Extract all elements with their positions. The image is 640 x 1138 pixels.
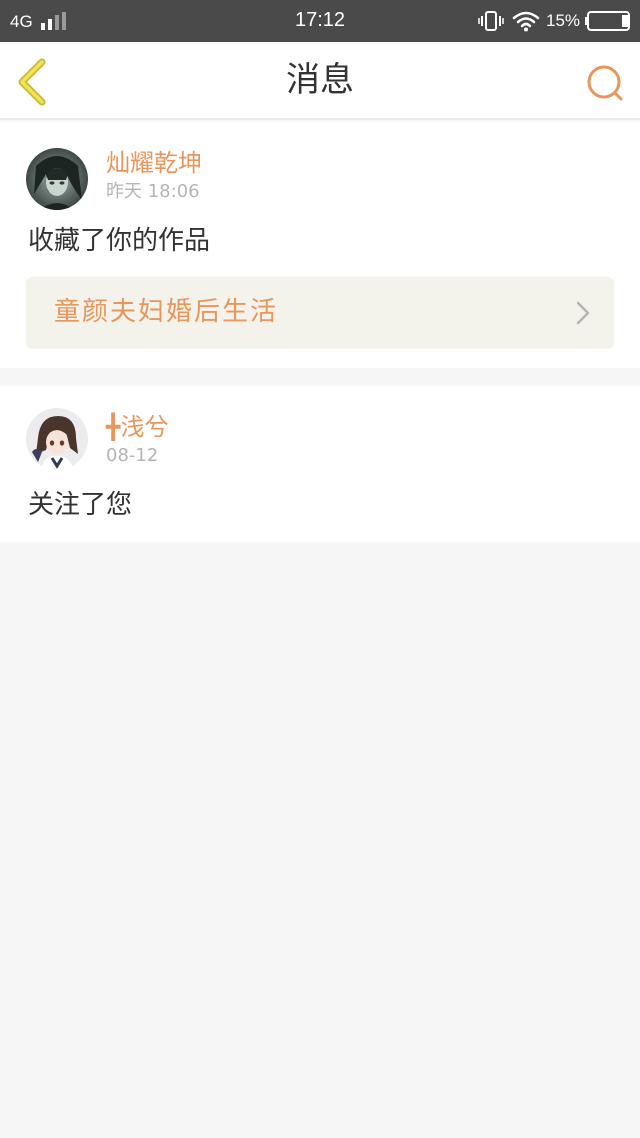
avatar[interactable] <box>26 408 88 470</box>
message-item[interactable]: 灿耀乾坤 昨天 18:06 收藏了你的作品 童颜夫妇婚后生活 <box>0 122 640 368</box>
nav-bar: 消息 <box>0 42 640 120</box>
message-text: 关注了您 <box>28 490 133 520</box>
avatar-image <box>26 148 88 210</box>
avatar-image <box>26 408 88 470</box>
chevron-right-icon <box>576 301 590 325</box>
username[interactable]: 灿耀乾坤 <box>106 148 202 178</box>
wifi-icon <box>512 11 540 32</box>
message-item[interactable]: ╋浅兮 08-12 关注了您 <box>0 386 640 542</box>
battery-percent: 15% <box>546 11 581 30</box>
battery-icon <box>585 11 630 31</box>
status-bar: 4G 17:12 15% <box>0 0 640 42</box>
work-title: 童颜夫妇婚后生活 <box>54 297 279 327</box>
timestamp: 08-12 <box>106 445 159 466</box>
timestamp: 昨天 18:06 <box>106 181 200 202</box>
clock: 17:12 <box>294 9 346 31</box>
username[interactable]: ╋浅兮 <box>106 412 168 442</box>
work-link[interactable]: 童颜夫妇婚后生活 <box>26 277 614 349</box>
page-title: 消息 <box>286 60 354 100</box>
vibrate-icon <box>478 11 504 31</box>
message-text: 收藏了你的作品 <box>28 226 211 256</box>
search-icon[interactable] <box>584 62 626 104</box>
avatar[interactable] <box>26 148 88 210</box>
